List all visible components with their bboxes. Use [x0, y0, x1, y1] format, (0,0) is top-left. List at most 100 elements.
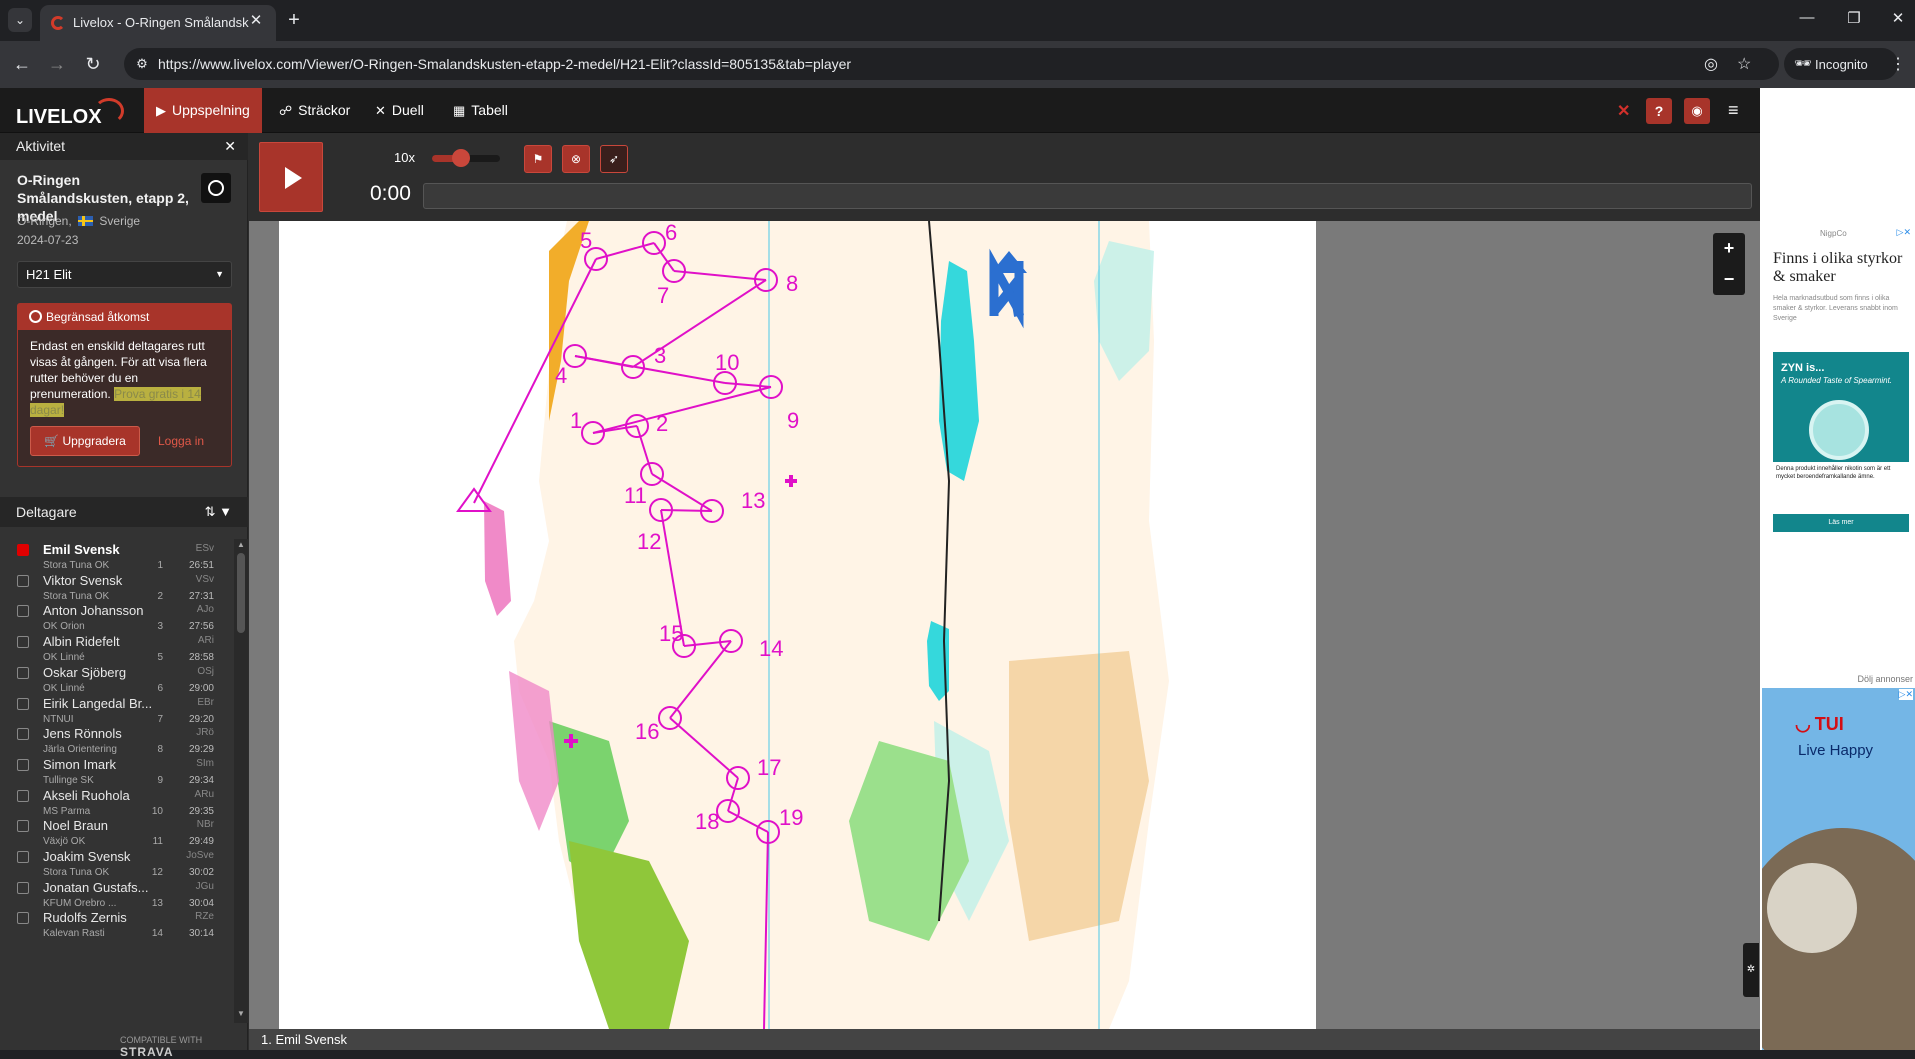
participant-checkbox[interactable]	[17, 758, 29, 771]
map-viewport[interactable]: 5 6 7 8 3 4 10 9 1 2 11 13 12 15 14 16 17 18 19 + − ✲ 1. E…	[249, 221, 1760, 1050]
class-selected-value: H21 Elit	[26, 267, 72, 282]
participant-checkbox[interactable]	[17, 881, 29, 894]
hamburger-menu-icon[interactable]: ≡	[1728, 100, 1739, 121]
browser-menu-icon[interactable]: ⋮	[1890, 54, 1906, 74]
scroll-down-icon[interactable]: ▼	[237, 1009, 245, 1018]
forward-arrow-icon[interactable]: →	[45, 53, 69, 77]
upgrade-button[interactable]: 🛒 Uppgradera	[30, 426, 140, 456]
ad-brand: ZYN is...	[1781, 362, 1825, 374]
window-close-icon[interactable]: ✕	[1886, 9, 1910, 27]
participant-checkbox[interactable]	[17, 666, 29, 679]
nav-label: Sträckor	[298, 102, 351, 118]
close-tab-icon[interactable]: ✕	[246, 11, 266, 31]
browser-tab-strip: ⌄ Livelox - O-Ringen Smålandskusten ✕ + …	[0, 0, 1915, 41]
route-toggle-button[interactable]: ⊗	[562, 145, 590, 173]
back-arrow-icon[interactable]: ←	[10, 53, 34, 77]
logo-text: LIVELOX	[16, 106, 102, 128]
ad-source: NigpCo	[1820, 229, 1847, 238]
play-button[interactable]	[259, 142, 323, 212]
participant-checkbox[interactable]	[17, 820, 29, 833]
speed-slider-knob[interactable]	[452, 149, 470, 167]
help-button[interactable]: ?	[1646, 98, 1672, 124]
timeline-slider[interactable]	[423, 183, 1752, 209]
bookmark-star-icon[interactable]: ☆	[1737, 54, 1751, 74]
new-tab-plus-icon[interactable]: +	[283, 9, 305, 31]
participant-checkbox[interactable]	[17, 605, 29, 618]
participant-name[interactable]: Jonatan Gustafs...	[43, 880, 193, 895]
orienteering-map[interactable]: 5 67 8341091 211 13121514161718 19	[249, 221, 1760, 1029]
participant-name[interactable]: Akseli Ruohola	[43, 788, 193, 803]
browser-tab-active[interactable]: Livelox - O-Ringen Smålandskusten ✕	[40, 5, 276, 41]
ad-column: NigpCo ▷✕ Finns i olika styrkor & smaker…	[1760, 88, 1915, 1050]
zoom-out-button[interactable]: −	[1713, 264, 1745, 295]
participant-checkbox[interactable]	[17, 851, 29, 863]
clear-x-icon[interactable]: ✕	[1617, 101, 1630, 121]
participant-name[interactable]: Oskar Sjöberg	[43, 665, 193, 680]
ad-zyn[interactable]: NigpCo ▷✕ Finns i olika styrkor & smaker…	[1762, 226, 1913, 626]
participant-name[interactable]: Viktor Svensk	[43, 573, 193, 588]
nav-uppspelning[interactable]: ▶ Uppspelning	[144, 88, 262, 133]
address-bar[interactable]: ⚙ https://www.livelox.com/Viewer/O-Ringe…	[124, 48, 1779, 80]
participant-name[interactable]: Joakim Svensk	[43, 849, 193, 864]
participant-name[interactable]: Emil Svensk	[43, 542, 193, 557]
participant-checkbox[interactable]	[17, 697, 29, 710]
participant-checkbox[interactable]	[17, 574, 29, 587]
url-text[interactable]: https://www.livelox.com/Viewer/O-Ringen-…	[158, 56, 851, 72]
participants-header: Deltagare ⇅ ▼	[0, 497, 248, 527]
participant-checkbox[interactable]	[17, 544, 29, 556]
ad-tui[interactable]: ▷✕ ◡ TUI Live Happy	[1762, 688, 1915, 1050]
incognito-badge[interactable]: 🕶 Incognito	[1784, 48, 1898, 80]
scroll-up-icon[interactable]: ▲	[237, 540, 245, 549]
eye-off-icon[interactable]: ◎	[1704, 54, 1718, 74]
participant-row[interactable]: Rudolfs Zernis RZe Kalevan Rasti 14 30:14	[0, 907, 234, 945]
minimize-icon[interactable]: —	[1795, 9, 1819, 26]
adchoices-icon[interactable]: ▷✕	[1898, 689, 1913, 700]
class-select[interactable]: H21 Elit ▼	[17, 261, 232, 288]
restore-icon[interactable]: ❐	[1842, 9, 1866, 27]
tab-search-chevron-icon[interactable]: ⌄	[8, 8, 32, 32]
participant-checkbox[interactable]	[17, 912, 29, 925]
participant-name[interactable]: Eirik Langedal Br...	[43, 696, 193, 711]
participant-name[interactable]: Simon Imark	[43, 757, 193, 772]
swords-icon: ✕	[375, 103, 386, 118]
participant-abbr: JGu	[195, 880, 214, 892]
nav-strackor[interactable]: ☍ Sträckor	[267, 88, 362, 133]
participant-name[interactable]: Anton Johansson	[43, 603, 193, 618]
participant-name[interactable]: Rudolfs Zernis	[43, 910, 193, 925]
control-number: 4	[555, 363, 567, 388]
follow-button[interactable]: ➶	[600, 145, 628, 173]
participant-name[interactable]: Jens Rönnols	[43, 726, 193, 741]
table-icon: ▦	[453, 103, 466, 118]
adchoices-icon[interactable]: ▷✕	[1897, 227, 1911, 238]
app-topbar: LIVELOX ▶ Uppspelning ☍ Sträckor ✕ Duell ▦ T…	[0, 88, 1760, 133]
participant-name[interactable]: Noel Braun	[43, 818, 193, 833]
nav-tabell[interactable]: ▦ Tabell	[441, 88, 520, 133]
speed-label: 10x	[394, 150, 415, 165]
login-link[interactable]: Logga in	[158, 434, 204, 448]
map-settings-icon[interactable]: ✲	[1743, 943, 1759, 997]
site-info-icon[interactable]: ⚙	[134, 56, 150, 72]
participant-scrollbar[interactable]: ▲ ▼	[234, 539, 248, 1023]
zoom-in-button[interactable]: +	[1713, 233, 1745, 264]
mass-start-button[interactable]: ⚑	[524, 145, 552, 173]
cart-icon: 🛒	[44, 434, 63, 448]
restricted-access-box: Begränsad åtkomst Endast en enskild delt…	[17, 303, 232, 467]
participant-checkbox[interactable]	[17, 636, 29, 649]
livelox-logo[interactable]: LIVELOX	[16, 98, 126, 128]
close-panel-icon[interactable]: ✕	[224, 133, 236, 160]
scroll-thumb[interactable]	[237, 553, 245, 633]
product-can-image	[1809, 400, 1869, 460]
reload-icon[interactable]: ↻	[81, 53, 105, 77]
participant-checkbox[interactable]	[17, 728, 29, 741]
sort-filter-icon[interactable]: ⇅ ▼	[205, 497, 232, 527]
ad-cta-button[interactable]: Läs mer	[1773, 514, 1909, 532]
nav-duell[interactable]: ✕ Duell	[363, 88, 436, 133]
tracking-tool-button[interactable]: ◉	[1684, 98, 1710, 124]
participant-abbr: JoSve	[186, 850, 214, 861]
hide-ads-link[interactable]: Dölj annonser	[1848, 673, 1915, 685]
participant-abbr: ARu	[194, 788, 214, 800]
control-number: 11	[624, 483, 647, 508]
participant-checkbox[interactable]	[17, 789, 29, 802]
participant-name[interactable]: Albin Ridefelt	[43, 634, 193, 649]
event-time-button[interactable]	[201, 173, 231, 203]
